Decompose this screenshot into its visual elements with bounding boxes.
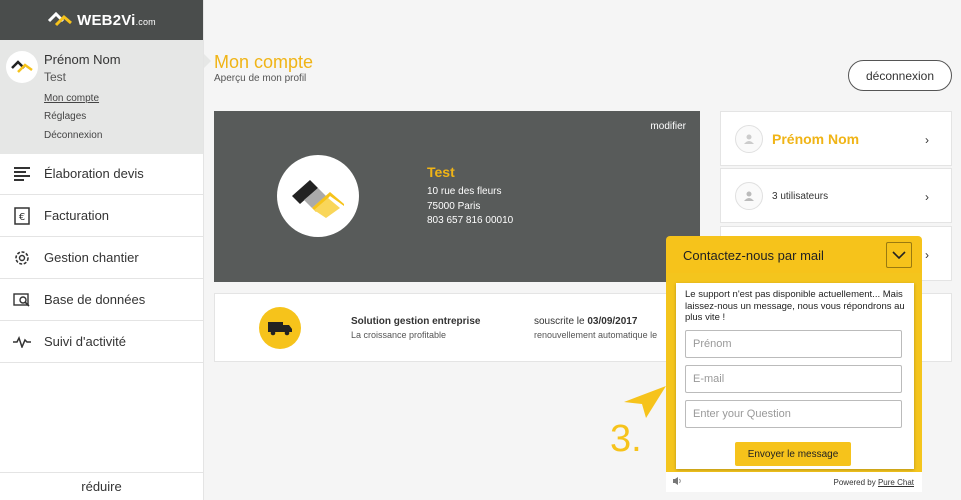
logo-text: WEB2Vi.com [77, 11, 156, 29]
chat-send-button[interactable]: Envoyer le message [735, 442, 851, 466]
chevron-right-icon: › [925, 190, 929, 204]
chevron-right-icon: › [925, 133, 929, 147]
active-indicator [204, 54, 211, 68]
sidebar: WEB2Vi.com Prénom Nom Test Mon compte Ré… [0, 0, 204, 500]
user-name: Prénom Nom [772, 131, 860, 147]
company-address-line2: 75000 Paris [427, 201, 481, 212]
nav-label: Suivi d'activité [44, 334, 126, 349]
company-name: Test [427, 164, 455, 180]
nav-label: Gestion chantier [44, 250, 139, 265]
chat-body: Le support n'est pas disponible actuelle… [666, 273, 922, 492]
user-icon [735, 125, 763, 153]
users-icon [735, 182, 763, 210]
nav-label: Facturation [44, 208, 110, 223]
chat-header[interactable]: Contactez-nous par mail [666, 236, 922, 273]
logo[interactable]: WEB2Vi.com [0, 0, 203, 40]
link-reglages[interactable]: Réglages [44, 111, 86, 122]
logout-button[interactable]: déconnexion [848, 60, 952, 91]
pointer-arrow-icon [624, 386, 666, 418]
logo-mark-icon [11, 60, 33, 73]
collapse-sidebar-button[interactable]: réduire [0, 472, 203, 500]
invoice-euro-icon: € [12, 206, 32, 226]
truck-icon [259, 307, 301, 349]
link-mon-compte[interactable]: Mon compte [44, 93, 99, 104]
profile-name: Prénom Nom [44, 52, 121, 67]
activity-pulse-icon [12, 332, 32, 352]
nav-label: Base de données [44, 292, 146, 307]
chat-widget: Contactez-nous par mail Le support n'est… [666, 236, 922, 492]
nav-item-facturation[interactable]: € Facturation [0, 195, 203, 237]
chat-question-input[interactable]: Enter your Question [685, 400, 902, 428]
chevron-right-icon: › [925, 248, 929, 262]
edit-link[interactable]: modifier [650, 121, 686, 132]
users-count: 3 utilisateurs [772, 191, 829, 202]
link-deconnexion[interactable]: Déconnexion [44, 130, 102, 141]
svg-text:€: € [19, 212, 25, 223]
step-label: 3. [610, 418, 642, 460]
purechat-link[interactable]: Pure Chat [878, 478, 914, 487]
chat-email-input[interactable]: E-mail [685, 365, 902, 393]
company-logo [277, 155, 359, 237]
profile-subtitle: Test [44, 70, 67, 84]
logo-mark-icon [292, 180, 344, 218]
users-card[interactable]: 3 utilisateurs › [720, 168, 952, 223]
company-id: 803 657 816 00010 [427, 215, 514, 226]
chat-title: Contactez-nous par mail [683, 248, 824, 263]
subscription-title: Solution gestion entreprise [351, 316, 481, 327]
nav-item-elaboration-devis[interactable]: Élaboration devis [0, 153, 203, 195]
avatar [6, 51, 38, 83]
gear-icon [12, 248, 32, 268]
subscription-renewal: renouvellement automatique le [534, 330, 658, 340]
chat-message: Le support n'est pas disponible actuelle… [685, 289, 905, 323]
chat-collapse-button[interactable] [886, 242, 912, 268]
page-subtitle: Aperçu de mon profil [214, 73, 307, 84]
nav-item-base-de-donnees[interactable]: Base de données [0, 279, 203, 321]
nav-item-suivi-activite[interactable]: Suivi d'activité [0, 321, 203, 363]
chevron-down-icon [892, 251, 906, 259]
subscription-date: souscrite le 03/09/2017 [534, 316, 638, 327]
speaker-icon[interactable] [672, 476, 682, 488]
subscription-tagline: La croissance profitable [351, 330, 447, 340]
page-title: Mon compte [214, 52, 314, 72]
company-address-line1: 10 rue des fleurs [427, 186, 502, 197]
powered-by: Powered by Pure Chat [833, 478, 915, 487]
database-search-icon [12, 290, 32, 310]
logo-mark-icon [48, 11, 73, 27]
nav-item-gestion-chantier[interactable]: Gestion chantier [0, 237, 203, 279]
list-lines-icon [12, 164, 32, 184]
nav-label: Élaboration devis [44, 166, 144, 181]
chat-name-input[interactable]: Prénom [685, 330, 902, 358]
chat-form: Le support n'est pas disponible actuelle… [676, 283, 914, 469]
subscription-card: Solution gestion entreprise La croissanc… [214, 293, 700, 362]
user-profile-card[interactable]: Prénom Nom › [720, 111, 952, 166]
chat-footer: Powered by Pure Chat [666, 472, 922, 492]
company-card: modifier Test 10 rue des fleurs 75000 Pa… [214, 111, 700, 282]
